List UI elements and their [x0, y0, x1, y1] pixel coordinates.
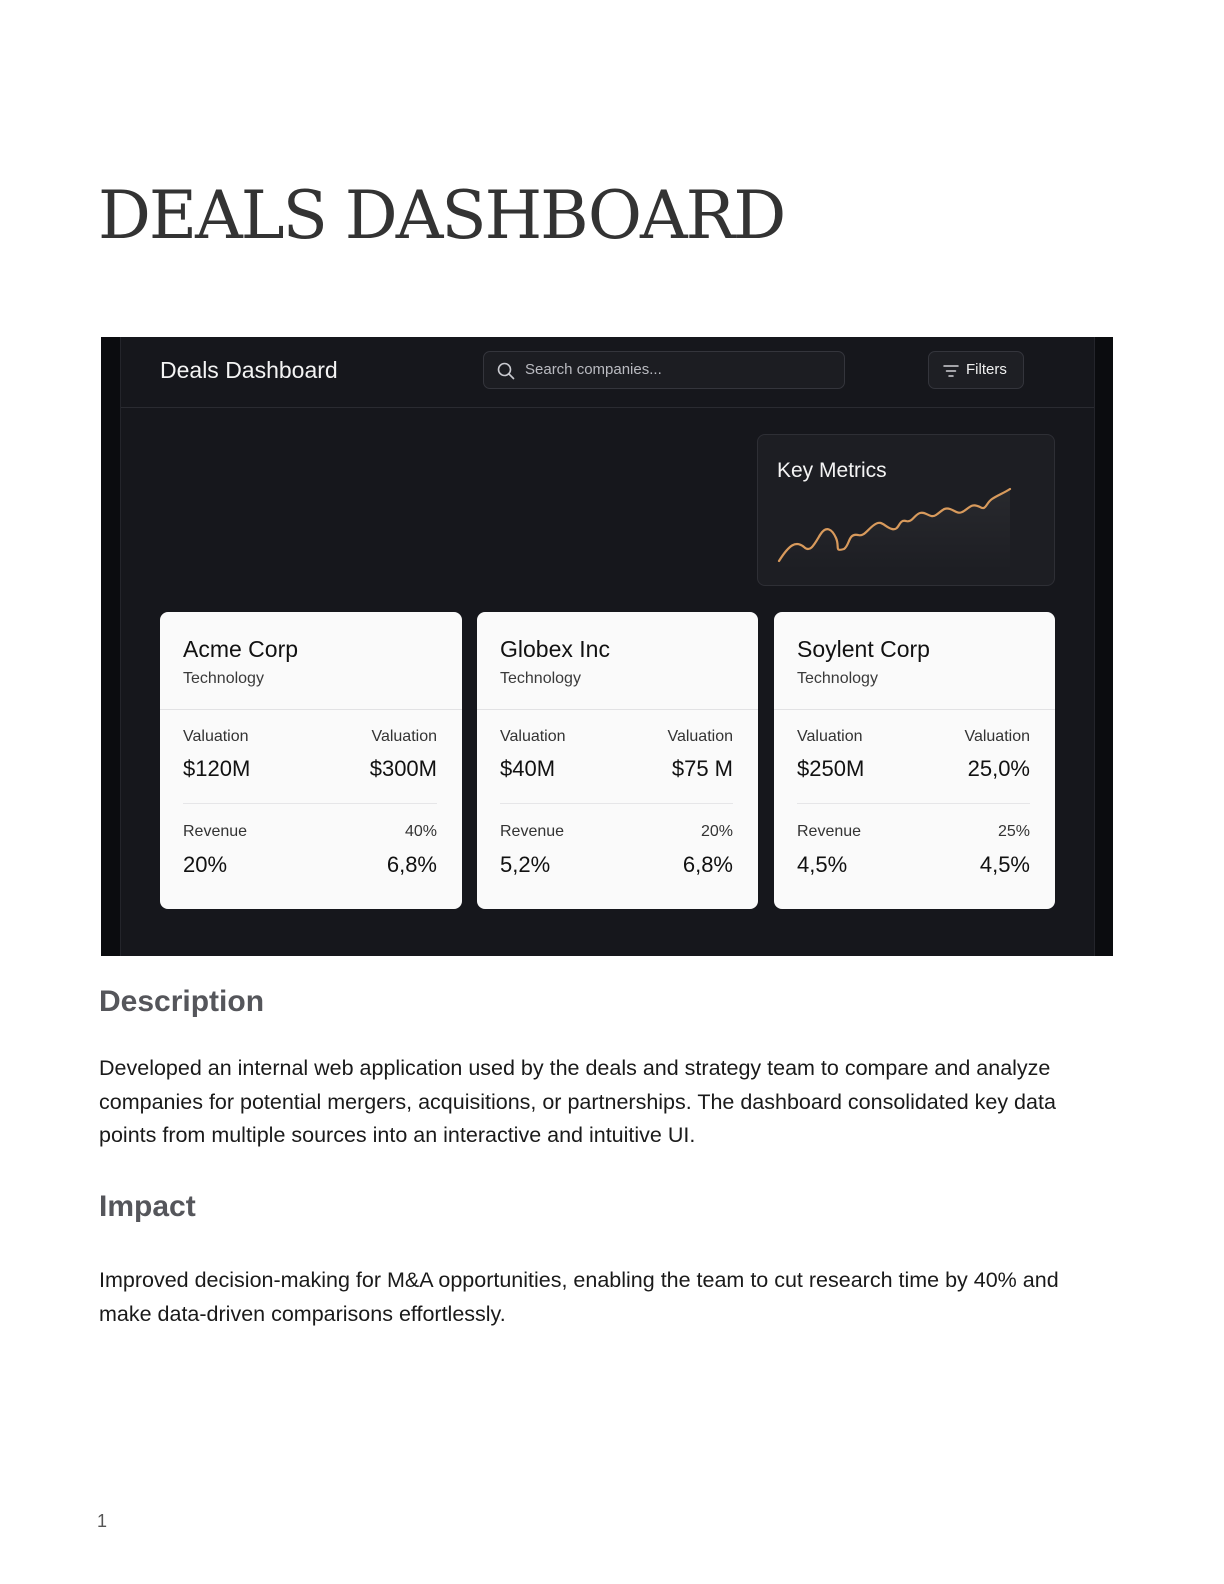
search-input[interactable]: Search companies... [483, 351, 845, 389]
company-name: Soylent Corp [797, 636, 930, 662]
metric-value: 5,2% [500, 852, 551, 877]
metric-value: $120M [183, 756, 251, 781]
metric-label: Valuation [500, 728, 566, 745]
company-name: Globex Inc [500, 636, 610, 662]
card-header: Globex Inc Technology [477, 612, 758, 710]
metric-value: $40M [500, 756, 556, 781]
card-divider [183, 803, 437, 804]
key-metrics-title: Key Metrics [777, 459, 887, 482]
metric-value: 4,5% [979, 852, 1030, 877]
description-heading: Description [99, 985, 265, 1018]
metric-label: Revenue [500, 823, 565, 840]
dashboard-screenshot: Deals Dashboard Search companies... Filt… [101, 337, 1113, 956]
metric-value: $300M [369, 756, 437, 781]
filters-button[interactable]: Filters [928, 351, 1024, 389]
filters-label: Filters [966, 361, 1007, 378]
metric-value: 6,8% [682, 852, 733, 877]
filter-icon [943, 365, 959, 377]
search-icon [497, 362, 515, 380]
search-placeholder: Search companies... [525, 361, 662, 378]
app-window: Deals Dashboard Search companies... Filt… [120, 337, 1095, 956]
card-divider [797, 803, 1030, 804]
metric-label: Revenue [183, 823, 248, 840]
company-card-soylent[interactable]: Soylent Corp Technology Valuation Valuat… [774, 612, 1055, 909]
impact-heading: Impact [99, 1190, 196, 1223]
metric-label: Valuation [667, 728, 733, 745]
metric-value: 25,0% [967, 756, 1030, 781]
metric-label: Valuation [964, 728, 1030, 745]
key-metrics-panel: Key Metrics [757, 434, 1055, 586]
description-text: Developed an internal web application us… [99, 1056, 1056, 1147]
company-card-globex[interactable]: Globex Inc Technology Valuation Valuatio… [477, 612, 758, 909]
metric-label: 40% [404, 823, 437, 840]
card-header: Acme Corp Technology [160, 612, 462, 710]
metric-label: Revenue [797, 823, 862, 840]
company-card-acme[interactable]: Acme Corp Technology Valuation Valuation… [160, 612, 462, 909]
impact-text: Improved decision-making for M&A opportu… [99, 1268, 1059, 1326]
metric-value: $75 M [671, 756, 733, 781]
company-name: Acme Corp [183, 636, 299, 662]
metric-label: 25% [997, 823, 1030, 840]
company-sector: Technology [183, 670, 264, 687]
app-title: Deals Dashboard [160, 357, 338, 383]
metric-value: 6,8% [386, 852, 437, 877]
metric-value: $250M [797, 756, 865, 781]
card-divider [500, 803, 733, 804]
page-number: 1 [97, 1511, 108, 1531]
company-sector: Technology [500, 670, 581, 687]
metric-label: Valuation [371, 728, 437, 745]
metric-label: Valuation [183, 728, 249, 745]
metric-label: 20% [700, 823, 733, 840]
card-header: Soylent Corp Technology [774, 612, 1055, 710]
key-metrics-sparkline [777, 487, 1012, 571]
document-title: DEALS DASHBOARD [98, 177, 786, 254]
company-sector: Technology [797, 670, 878, 687]
metric-value: 20% [183, 852, 228, 877]
metric-value: 4,5% [797, 852, 848, 877]
top-bar: Deals Dashboard Search companies... Filt… [121, 337, 1094, 408]
metric-label: Valuation [797, 728, 863, 745]
